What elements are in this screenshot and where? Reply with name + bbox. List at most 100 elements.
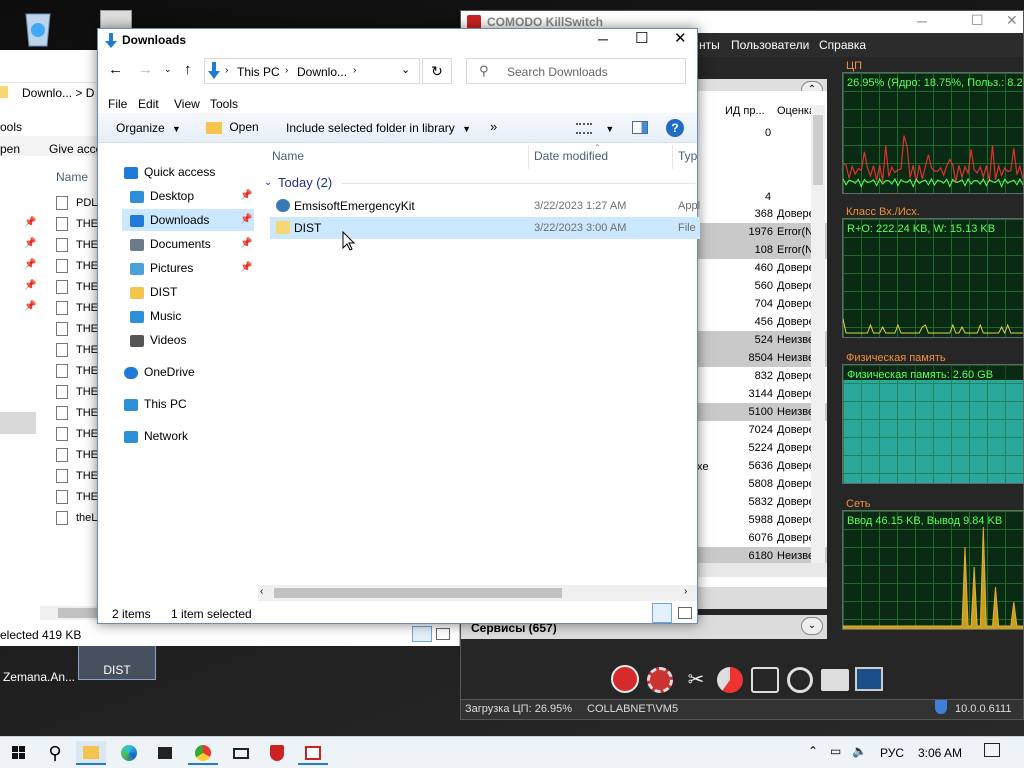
back-address[interactable]: Downlo... > D	[22, 86, 94, 100]
tools-icon[interactable]: ✂	[683, 667, 709, 693]
search-box[interactable]: ⚲ Search Downloads	[466, 58, 686, 84]
organize-button[interactable]: Organize ▼	[116, 121, 181, 135]
process-row[interactable]: 5636 Доверен	[697, 457, 827, 475]
file-row-emsisoftemergencykit[interactable]: EmsisoftEmergencyKit 3/22/2023 1:27 AM App…	[270, 195, 700, 217]
close-button[interactable]: ✕	[1006, 12, 1018, 29]
back-give-access-button[interactable]: Give acce	[49, 142, 102, 156]
search-icon[interactable]: ⚲	[40, 741, 70, 765]
process-row[interactable]: 832 Доверен	[697, 367, 827, 385]
back-file-row[interactable]: THE	[56, 445, 98, 466]
close-button[interactable]: ✕	[674, 29, 687, 47]
maximize-button[interactable]: ☐	[635, 29, 648, 47]
recycle-bin-icon[interactable]	[18, 8, 58, 48]
process-row[interactable]: 108 Error(N	[697, 241, 827, 259]
address-dropdown-icon[interactable]: ⌄	[401, 63, 410, 76]
help-button[interactable]: ?	[666, 119, 684, 137]
details-view-button[interactable]	[652, 603, 672, 623]
menu-item-help[interactable]: Справка	[819, 38, 866, 52]
back-file-row[interactable]: THE	[56, 235, 98, 256]
nav-item-pictures[interactable]: Pictures	[122, 257, 193, 279]
breadcrumb-this-pc[interactable]: This PC	[237, 65, 280, 79]
back-file-row[interactable]: THE	[56, 424, 98, 445]
large-icons-view-button[interactable]	[678, 607, 692, 619]
back-ribbon-tab[interactable]: ools	[0, 120, 22, 134]
column-date-modified[interactable]: Date modified	[534, 149, 608, 163]
process-list[interactable]: ИД пр... Оценка 0 4 xe 368 Доверен 1976 Err…	[697, 91, 827, 591]
preview-pane-button[interactable]	[632, 121, 648, 134]
menu-file[interactable]: File	[108, 97, 127, 111]
back-file-row[interactable]: THE	[56, 382, 98, 403]
killswitch-taskbar-icon[interactable]	[298, 741, 328, 765]
magnifier-icon[interactable]	[787, 667, 813, 693]
process-row[interactable]: 5224 Доверен	[697, 439, 827, 457]
nav-item-network[interactable]: Network	[116, 425, 188, 447]
maximize-button[interactable]: ☐	[971, 12, 984, 29]
rating-column-header[interactable]: Оценка	[777, 105, 815, 117]
back-file-row[interactable]: THE	[56, 319, 98, 340]
open-button[interactable]: Open	[206, 120, 259, 134]
file-row-dist[interactable]: DIST 3/22/2023 3:00 AM File	[270, 217, 700, 239]
list-scrollbar[interactable]	[811, 105, 825, 565]
menu-tools[interactable]: Tools	[210, 97, 238, 111]
edge-icon[interactable]	[114, 741, 144, 765]
forward-button[interactable]: →	[138, 61, 153, 78]
nav-item-dist[interactable]: DIST	[122, 281, 177, 303]
chrome-icon[interactable]	[188, 741, 218, 765]
process-row[interactable]: 5832 Доверен	[697, 493, 827, 511]
back-file-row[interactable]: theL	[56, 508, 97, 529]
desktop-icon-zemana[interactable]: Zemana.An...	[0, 648, 78, 684]
search-window-icon[interactable]	[751, 667, 779, 693]
pie-chart-icon[interactable]	[717, 667, 743, 693]
process-row[interactable]: 368 Доверен	[697, 205, 827, 223]
back-file-row[interactable]: PDL	[56, 193, 97, 214]
scroll-right-icon[interactable]: ›	[684, 586, 687, 597]
process-row[interactable]: 704 Доверен	[697, 295, 827, 313]
menu-edit[interactable]: Edit	[138, 97, 159, 111]
mail-icon[interactable]	[226, 741, 256, 765]
back-file-row[interactable]: THE	[56, 277, 98, 298]
process-row[interactable]: 5808 Доверен	[697, 475, 827, 493]
comodo-shield-icon[interactable]	[262, 741, 292, 765]
recent-locations-button[interactable]: ⌄	[164, 64, 172, 75]
group-collapse-icon[interactable]: ⌄	[264, 177, 272, 188]
pin-icon[interactable]: 📌	[240, 214, 252, 225]
details-view-icon[interactable]	[412, 626, 432, 642]
comodo-logo-button[interactable]	[611, 665, 639, 693]
expand-services-button[interactable]: ⌄	[801, 617, 823, 635]
folders-icon[interactable]	[821, 669, 849, 691]
monitor-icon[interactable]	[855, 667, 883, 691]
menu-view[interactable]: View	[174, 97, 200, 111]
process-row[interactable]: 3144 Доверен	[697, 385, 827, 403]
network-tray-icon[interactable]: ▭	[830, 744, 841, 758]
back-file-row[interactable]: THE	[56, 466, 98, 487]
process-row[interactable]: 524 Неизвес	[697, 331, 827, 349]
scroll-left-icon[interactable]: ‹	[260, 586, 263, 597]
notifications-icon[interactable]	[984, 743, 1000, 757]
settings-icon[interactable]	[647, 667, 673, 693]
nav-item-this-pc[interactable]: This PC	[116, 393, 187, 415]
menu-item[interactable]: нты	[699, 38, 720, 52]
back-file-row[interactable]: THE	[56, 214, 98, 235]
refresh-button[interactable]: ↻	[422, 58, 452, 84]
speaker-muted-icon[interactable]: 🔈	[852, 744, 867, 758]
column-type[interactable]: Type	[678, 149, 698, 163]
process-row[interactable]: 7024 Доверен	[697, 421, 827, 439]
tray-overflow-icon[interactable]: ⌃	[808, 744, 818, 758]
menu-item-users[interactable]: Пользователи	[731, 38, 809, 52]
back-file-row[interactable]: THE	[56, 487, 98, 508]
pid-column-header[interactable]: ИД пр...	[725, 105, 765, 117]
back-file-row[interactable]: THE	[56, 298, 98, 319]
nav-item-downloads[interactable]: Downloads	[122, 209, 254, 231]
back-open-button[interactable]: pen	[0, 142, 20, 156]
process-row[interactable]: 5988 Доверен	[697, 511, 827, 529]
pin-icon[interactable]: 📌	[240, 262, 252, 273]
nav-item-quick-access[interactable]: Quick access	[116, 161, 215, 183]
file-explorer-taskbar-icon[interactable]	[76, 741, 106, 765]
change-view-button[interactable]: ▼	[576, 121, 614, 135]
pin-icon[interactable]: 📌	[240, 190, 252, 201]
back-button[interactable]: ←	[108, 61, 123, 78]
more-commands-button[interactable]: »	[490, 119, 497, 134]
process-row[interactable]: 1976 Error(N	[697, 223, 827, 241]
back-column-name[interactable]: Name	[56, 170, 88, 184]
group-header[interactable]: Today (2)	[278, 175, 332, 190]
